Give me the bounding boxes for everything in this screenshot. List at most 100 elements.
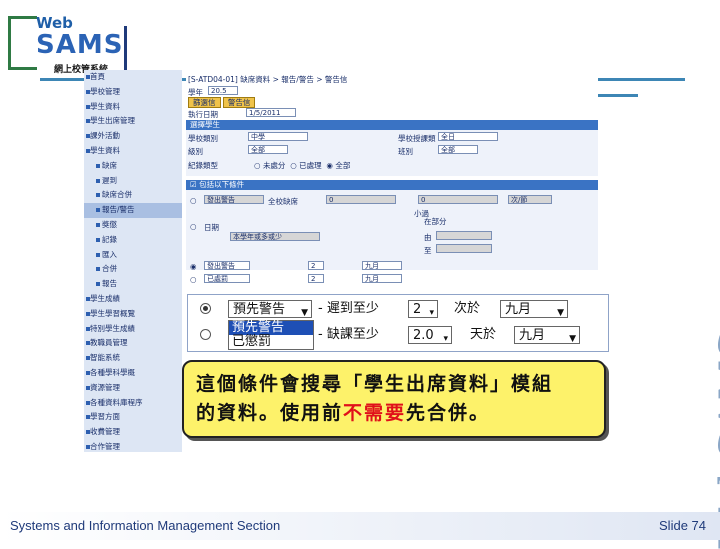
sidebar-item-label: 缺席: [102, 160, 117, 170]
sidebar-item[interactable]: 報告/警告: [84, 203, 182, 218]
print-date-input[interactable]: 1/5/2011: [246, 108, 296, 117]
zoom-warning-type-value: 預先警告: [233, 302, 286, 317]
criteria-radio-icon[interactable]: ○: [190, 196, 197, 205]
zoom-row2-count-select[interactable]: 2.0 ▾: [408, 326, 452, 344]
sidebar-item[interactable]: 智能系統: [84, 351, 182, 366]
print-date-label: 執行日期: [188, 110, 218, 119]
logo-frame: [8, 16, 37, 70]
year-select[interactable]: 20.5: [208, 86, 238, 95]
row1-month-select[interactable]: 九月: [362, 261, 402, 270]
sidebar-item-label: 課外活動: [90, 131, 120, 141]
footer-section-name: Systems and Information Management Secti…: [10, 518, 281, 533]
sidebar-item[interactable]: 資源管理: [84, 381, 182, 396]
bullet-icon: [86, 356, 90, 361]
row2-type-select[interactable]: 已處罰: [204, 274, 250, 283]
row1-radio-icon[interactable]: ◉: [190, 262, 197, 271]
sidebar-item-label: 各種學科學概: [90, 367, 135, 377]
class-label: 班別: [398, 147, 413, 156]
zoom-row2-count-value: 2.0: [413, 328, 434, 343]
sidebar-item-label: 學生學習概覽: [90, 308, 135, 318]
start-date-input[interactable]: [436, 231, 492, 240]
sidebar-item[interactable]: 各種學科學概: [84, 366, 182, 381]
sidebar-item[interactable]: 教職員管理: [84, 336, 182, 351]
criteria-section-label: 包括以下條件: [199, 180, 245, 189]
sidebar-item[interactable]: 學生資料: [84, 100, 182, 115]
sidebar-item[interactable]: 合作管理: [84, 440, 182, 452]
end-date-input[interactable]: [436, 244, 492, 253]
sidebar-item[interactable]: 記錄: [84, 233, 182, 248]
status-radio-group[interactable]: ○ 未處分 ○ 已處理 ◉ 全部: [254, 160, 350, 171]
sidebar-item[interactable]: 獎懲: [84, 218, 182, 233]
sidebar-item[interactable]: 特別學生成績: [84, 322, 182, 337]
zoom-row1-month-value: 九月: [505, 302, 532, 317]
sidebar-item[interactable]: 收費管理: [84, 425, 182, 440]
sidebar-item[interactable]: 合併: [84, 262, 182, 277]
sidebar-item-label: 首頁: [90, 72, 105, 81]
dropdown-option-punished[interactable]: 已懲罰: [229, 335, 313, 349]
zoom-row2-text: - 缺課至少: [318, 327, 379, 342]
bullet-icon: [96, 163, 100, 168]
sidebar-item[interactable]: 學生學習概覽: [84, 307, 182, 322]
criteria-type-select[interactable]: 發出警告: [204, 195, 264, 204]
row2-count-select[interactable]: 2: [308, 274, 324, 283]
bullet-icon: [86, 370, 90, 375]
zoom-row2-unit: 天於: [470, 327, 497, 342]
section-criteria[interactable]: ☑ 包括以下條件: [186, 180, 598, 190]
sidebar-item-label: 學習方面: [90, 412, 120, 422]
sidebar-item-label: 學生成績: [90, 293, 120, 303]
sidebar-item[interactable]: 學生成績: [84, 292, 182, 307]
bullet-icon: [86, 104, 90, 109]
range-unit-select[interactable]: 次/節: [508, 195, 552, 204]
range-to-input[interactable]: 0: [418, 195, 498, 204]
zoom-row1-count-select[interactable]: 2 ▾: [408, 300, 438, 318]
zoom-row2-month-select[interactable]: 九月 ▼: [514, 326, 580, 344]
row1-type-select[interactable]: 發出警告: [204, 261, 250, 270]
sidebar-item-label: 報告: [102, 279, 117, 289]
school-level-select[interactable]: 中學: [248, 132, 308, 141]
zoom-row1-month-select[interactable]: 九月 ▼: [500, 300, 568, 318]
bullet-icon: [96, 252, 100, 257]
class-level-select[interactable]: 全部: [248, 145, 288, 154]
sidebar-item[interactable]: 報告: [84, 277, 182, 292]
tab-warning-letter[interactable]: 警告信: [222, 97, 256, 108]
sidebar-item[interactable]: 各種資料庫程序: [84, 396, 182, 411]
sidebar-item[interactable]: 學生資料: [84, 144, 182, 159]
date-range-select[interactable]: 本學年或多或少: [230, 232, 320, 241]
session-select[interactable]: 全日: [438, 132, 498, 141]
bullet-icon: [96, 178, 100, 183]
class-select[interactable]: 全部: [438, 145, 478, 154]
bullet-icon: [86, 296, 90, 301]
small-demerit-value: 在部分: [424, 217, 447, 226]
status-option-all: 全部: [335, 161, 351, 170]
date-radio-icon[interactable]: ○: [190, 222, 197, 231]
sidebar-item[interactable]: 課外活動: [84, 129, 182, 144]
row1-count-select[interactable]: 2: [308, 261, 324, 270]
sidebar-item-label: 遲到: [102, 175, 117, 185]
chevron-down-icon: ▼: [557, 308, 564, 318]
bullet-icon: [86, 341, 90, 346]
warning-type-dropdown-list: 預先警告 已懲罰: [228, 320, 314, 350]
sidebar-item[interactable]: 首頁: [84, 70, 182, 85]
bullet-icon: [96, 282, 100, 287]
zoom-row2-radio[interactable]: [200, 329, 211, 340]
bullet-icon: [86, 75, 90, 79]
sidebar-item[interactable]: 缺席合併: [84, 188, 182, 203]
zoom-warning-type-select[interactable]: 預先警告 ▼: [228, 300, 312, 318]
row2-month-select[interactable]: 九月: [362, 274, 402, 283]
sidebar-item[interactable]: 匯入: [84, 248, 182, 263]
tab-review[interactable]: 篩選信: [188, 97, 221, 108]
sidebar-item[interactable]: 遲到: [84, 174, 182, 189]
sidebar-item[interactable]: 學習方面: [84, 410, 182, 425]
dropdown-option-pre-warning[interactable]: 預先警告: [229, 321, 313, 335]
sidebar-item[interactable]: 學生出席管理: [84, 114, 182, 129]
websams-logo: Web SAMS 網上校管系統: [8, 12, 126, 75]
bullet-icon: [86, 311, 90, 316]
main-form: [S-ATD04-01] 缺席資料 > 報告/警告 > 警告信 學年 20.5 …: [186, 70, 598, 302]
range-from-input[interactable]: 0: [326, 195, 396, 204]
status-option-processed: 已處理: [299, 161, 322, 170]
zoom-row1-radio[interactable]: [200, 303, 211, 314]
sidebar-item[interactable]: 缺席: [84, 159, 182, 174]
row2-radio-icon[interactable]: ○: [190, 275, 197, 284]
section-select-student: 選擇學生: [186, 120, 598, 130]
sidebar-item[interactable]: 學校管理: [84, 85, 182, 100]
